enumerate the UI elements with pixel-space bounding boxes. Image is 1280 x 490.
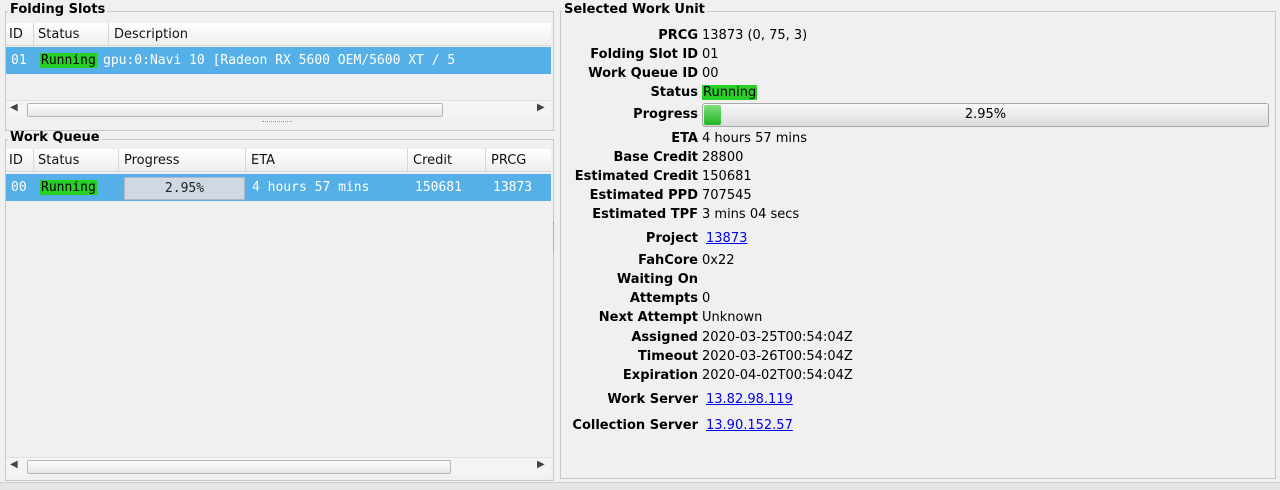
column-header-eta[interactable]: ETA	[251, 153, 275, 168]
value-timeout: 2020-03-26T00:54:04Z	[702, 349, 853, 364]
progress-text: 2.95%	[964, 107, 1007, 122]
vertical-splitter-handle[interactable]	[553, 222, 556, 252]
label-expiration: Expiration	[622, 368, 698, 383]
value-attempts: 0	[702, 291, 711, 306]
label-base-credit: Base Credit	[613, 150, 698, 165]
column-header-id[interactable]: ID	[9, 27, 23, 42]
table-row[interactable]: 00 Running 2.95% 4 hours 57 mins 150681 …	[6, 174, 551, 201]
label-estimated-tpf: Estimated TPF	[592, 207, 698, 222]
label-work-queue-id: Work Queue ID	[588, 66, 698, 81]
selected-work-unit-title: Selected Work Unit	[562, 2, 707, 17]
arrow-right-icon[interactable]: ▶	[537, 459, 545, 470]
scroll-thumb[interactable]	[27, 460, 451, 474]
value-estimated-credit: 150681	[702, 169, 752, 184]
label-timeout: Timeout	[637, 349, 698, 364]
arrow-left-icon[interactable]: ◀	[10, 102, 18, 113]
value-status: Running	[702, 85, 758, 100]
queue-progress-bar: 2.95%	[124, 177, 245, 200]
label-attempts: Attempts	[629, 291, 698, 306]
label-work-server: Work Server	[607, 392, 698, 407]
value-work-queue-id: 00	[702, 66, 719, 81]
label-prcg: PRCG	[658, 28, 698, 43]
label-eta: ETA	[671, 131, 698, 146]
queue-status: Running	[40, 180, 97, 195]
slot-description: gpu:0:Navi 10 [Radeon RX 5600 OEM/5600 X…	[103, 53, 456, 68]
label-progress: Progress	[633, 107, 698, 122]
slot-status: Running	[40, 53, 97, 68]
label-project: Project	[645, 231, 698, 246]
arrow-left-icon[interactable]: ◀	[10, 459, 18, 470]
queue-prcg: 13873	[493, 180, 533, 195]
column-header-id[interactable]: ID	[9, 153, 23, 168]
value-prcg: 13873 (0, 75, 3)	[702, 28, 808, 43]
value-estimated-ppd: 707545	[702, 188, 752, 203]
folding-slots-hscroll[interactable]: ◀ ▶	[6, 100, 551, 118]
column-header-prcg[interactable]: PRCG	[491, 153, 526, 168]
queue-credit: 150681	[415, 180, 462, 195]
label-collection-server: Collection Server	[572, 418, 698, 433]
value-expiration: 2020-04-02T00:54:04Z	[702, 368, 853, 383]
progress-bar: 2.95%	[702, 103, 1269, 127]
queue-progress-text: 2.95%	[164, 181, 205, 196]
label-fahcore: FahCore	[638, 253, 698, 268]
value-assigned: 2020-03-25T00:54:04Z	[702, 330, 853, 345]
queue-eta: 4 hours 57 mins	[252, 180, 370, 195]
work-queue-hscroll[interactable]: ◀ ▶	[6, 457, 551, 475]
folding-slots-header: ID Status Description	[6, 23, 551, 46]
project-link[interactable]: 13873	[706, 231, 747, 246]
label-estimated-credit: Estimated Credit	[574, 169, 698, 184]
column-header-status[interactable]: Status	[38, 153, 79, 168]
label-folding-slot-id: Folding Slot ID	[590, 47, 698, 62]
label-status: Status	[650, 85, 698, 100]
label-next-attempt: Next Attempt	[598, 310, 698, 325]
label-waiting-on: Waiting On	[616, 272, 698, 287]
column-header-status[interactable]: Status	[38, 27, 79, 42]
value-eta: 4 hours 57 mins	[702, 131, 808, 146]
column-header-description[interactable]: Description	[114, 27, 188, 42]
arrow-right-icon[interactable]: ▶	[537, 102, 545, 113]
splitter-handle[interactable]	[262, 121, 292, 125]
folding-slots-title: Folding Slots	[8, 2, 108, 17]
work-server-link[interactable]: 13.82.98.119	[706, 392, 793, 407]
value-fahcore: 0x22	[702, 253, 735, 268]
collection-server-link[interactable]: 13.90.152.57	[706, 418, 793, 433]
value-estimated-tpf: 3 mins 04 secs	[702, 207, 800, 222]
value-folding-slot-id: 01	[702, 47, 719, 62]
value-base-credit: 28800	[702, 150, 744, 165]
label-assigned: Assigned	[631, 330, 698, 345]
label-estimated-ppd: Estimated PPD	[589, 188, 698, 203]
work-queue-title: Work Queue	[8, 130, 102, 145]
column-header-credit[interactable]: Credit	[413, 153, 452, 168]
scroll-thumb[interactable]	[27, 103, 443, 117]
column-header-progress[interactable]: Progress	[124, 153, 179, 168]
work-queue-header: ID Status Progress ETA Credit PRCG	[6, 149, 551, 172]
slot-id: 01	[11, 53, 27, 68]
queue-id: 00	[11, 180, 27, 195]
value-next-attempt: Unknown	[702, 310, 763, 325]
table-row[interactable]: 01 Running gpu:0:Navi 10 [Radeon RX 5600…	[6, 47, 551, 74]
